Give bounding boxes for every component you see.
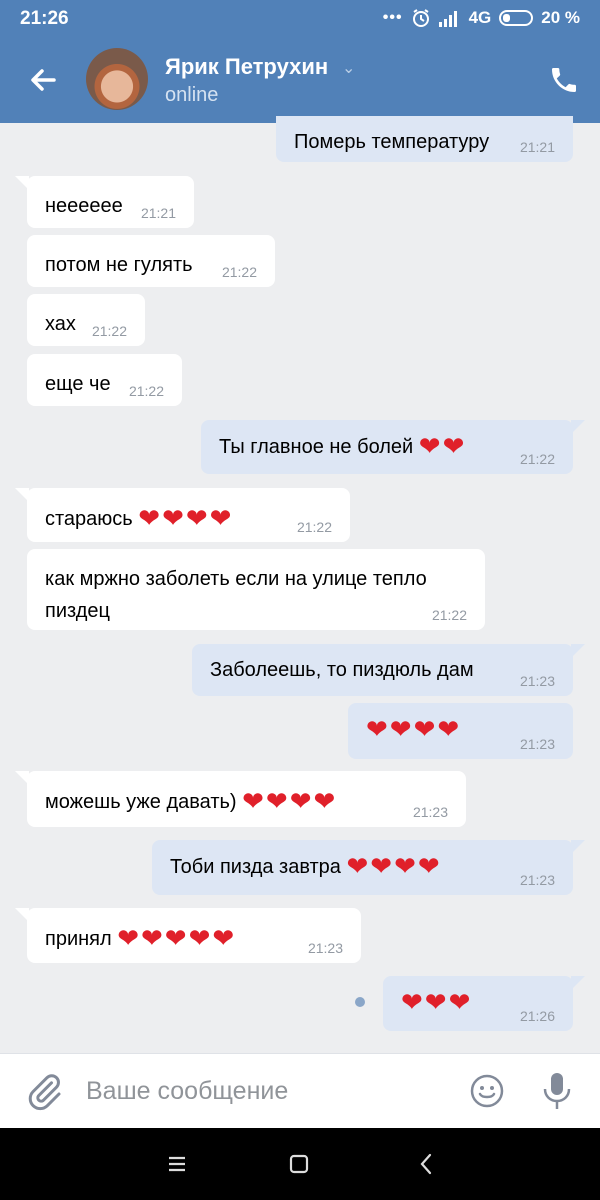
message-outgoing[interactable]: Ты главное не болей ❤❤ 21:22 xyxy=(201,420,585,474)
avatar[interactable] xyxy=(86,48,148,110)
message-text: принял xyxy=(45,928,112,950)
message-text: Тоби пизда завтра xyxy=(170,856,341,878)
message-time: 21:23 xyxy=(519,736,555,752)
microphone-icon[interactable] xyxy=(540,1071,574,1111)
network-type: 4G xyxy=(468,8,492,27)
message-time: 21:22 xyxy=(221,264,257,280)
message-incoming[interactable]: хах 21:22 xyxy=(27,294,145,346)
heart-emoji-icon: ❤❤❤❤ xyxy=(366,714,462,744)
status-time: 21:26 xyxy=(20,8,69,29)
menu-icon[interactable] xyxy=(163,1150,191,1178)
heart-emoji-icon: ❤❤❤❤ xyxy=(138,503,234,533)
heart-emoji-icon: ❤❤❤❤ xyxy=(242,786,338,816)
arrow-left-icon[interactable] xyxy=(24,60,64,100)
message-time: 21:21 xyxy=(519,139,555,155)
status-icons: ••• 4G 20 % xyxy=(383,8,580,28)
message-outgoing[interactable]: Тоби пизда завтра ❤❤❤❤ 21:23 xyxy=(152,840,585,895)
message-time: 21:23 xyxy=(307,940,343,956)
message-time: 21:22 xyxy=(91,323,127,339)
paperclip-icon[interactable] xyxy=(24,1072,64,1112)
message-time: 21:22 xyxy=(431,607,467,623)
signal-icon xyxy=(438,11,457,27)
alarm-icon xyxy=(412,9,429,27)
message-input[interactable] xyxy=(86,1068,446,1114)
heart-emoji-icon: ❤❤❤ xyxy=(401,987,473,1017)
heart-emoji-icon: ❤❤❤❤❤ xyxy=(117,923,237,953)
phone-icon[interactable] xyxy=(548,64,580,96)
system-nav-bar xyxy=(0,1128,600,1200)
message-incoming[interactable]: нееееее 21:21 xyxy=(15,176,194,228)
heart-emoji-icon: ❤❤ xyxy=(418,431,467,461)
message-text: нееееее xyxy=(45,195,123,217)
message-time: 21:22 xyxy=(296,519,332,535)
heart-emoji-icon: ❤❤❤❤ xyxy=(346,851,442,881)
message-outgoing[interactable]: ❤❤❤ 21:26 xyxy=(383,976,585,1031)
message-incoming[interactable]: можешь уже давать) ❤❤❤❤ 21:23 xyxy=(15,771,466,827)
message-time: 21:23 xyxy=(519,872,555,888)
message-incoming[interactable]: еще че 21:22 xyxy=(27,354,182,406)
message-text: Заболеешь, то пиздюль дам xyxy=(210,659,474,681)
notification-dots-icon: ••• xyxy=(382,9,403,26)
message-text: еще че xyxy=(45,373,111,395)
message-time: 21:26 xyxy=(519,1008,555,1024)
message-text: хах xyxy=(45,313,76,335)
unread-indicator-icon xyxy=(355,997,365,1007)
message-text: стараюсь xyxy=(45,508,133,530)
message-text: можешь уже давать) xyxy=(45,791,237,813)
chat-header: 21:26 ••• 4G 20 % Ярик Петрухин ⌄ online xyxy=(0,0,600,123)
message-incoming[interactable]: потом не гулять 21:22 xyxy=(27,235,275,287)
message-time: 21:23 xyxy=(519,673,555,689)
message-input-bar xyxy=(0,1053,600,1128)
message-outgoing[interactable]: ❤❤❤❤ 21:23 xyxy=(348,703,573,759)
message-time: 21:21 xyxy=(140,205,176,221)
emoji-icon[interactable] xyxy=(469,1073,505,1109)
message-incoming[interactable]: как мржно заболеть если на улице тепло п… xyxy=(27,549,485,630)
message-text: Ты главное не болей xyxy=(219,436,414,458)
home-icon[interactable] xyxy=(285,1150,313,1178)
message-text: потом не гулять xyxy=(45,254,193,276)
message-time: 21:22 xyxy=(128,383,164,399)
message-outgoing[interactable]: Померь температуру 21:21 xyxy=(276,116,573,162)
contact-name[interactable]: Ярик Петрухин xyxy=(165,54,328,80)
back-nav-icon[interactable] xyxy=(412,1150,440,1178)
message-time: 21:22 xyxy=(519,451,555,467)
battery-level: 20 % xyxy=(541,8,580,27)
message-outgoing[interactable]: Заболеешь, то пиздюль дам 21:23 xyxy=(192,644,585,696)
chevron-down-icon[interactable]: ⌄ xyxy=(342,58,355,78)
contact-status: online xyxy=(165,84,219,106)
battery-icon xyxy=(499,10,534,26)
message-incoming[interactable]: принял ❤❤❤❤❤ 21:23 xyxy=(15,908,361,963)
message-incoming[interactable]: стараюсь ❤❤❤❤ 21:22 xyxy=(15,488,350,542)
status-bar: 21:26 ••• 4G 20 % xyxy=(0,0,600,38)
message-time: 21:23 xyxy=(412,804,448,820)
message-text: как мржно заболеть если на улице тепло п… xyxy=(45,568,427,622)
message-text: Померь температуру xyxy=(294,131,490,153)
